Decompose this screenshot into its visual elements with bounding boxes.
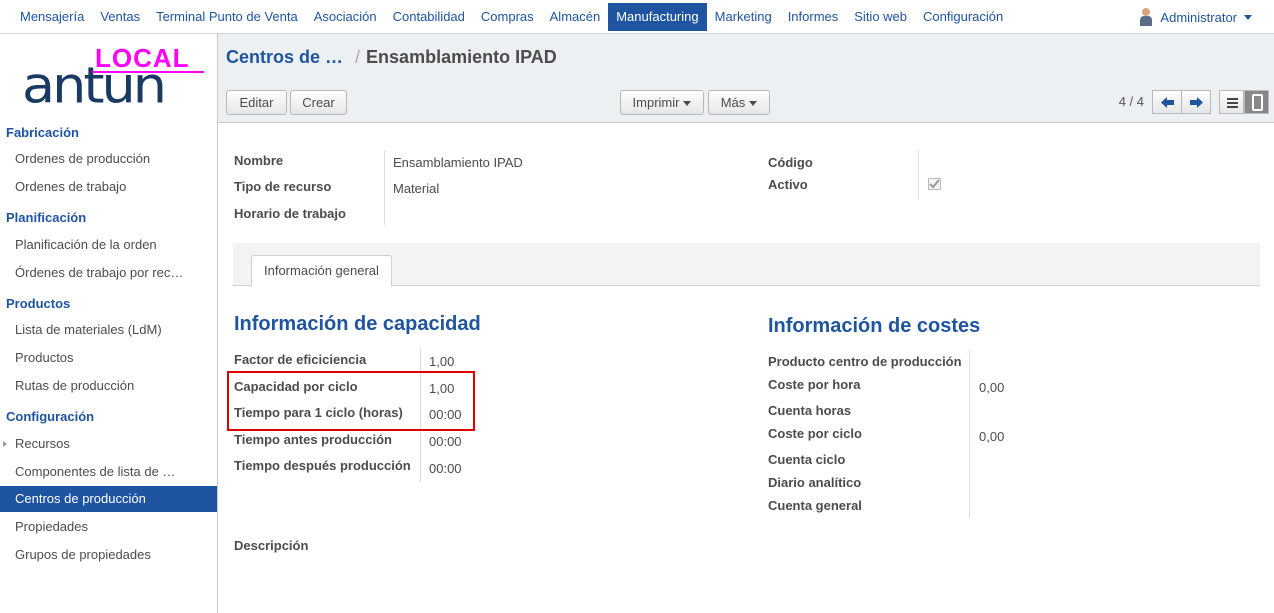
more-dropdown-button[interactable]: Más	[708, 90, 770, 115]
field-label-tipo-recurso: Tipo de recurso	[234, 179, 332, 194]
field-label-coste-ciclo: Coste por ciclo	[768, 426, 862, 441]
sidebar-section-configuracion: Configuración	[6, 409, 95, 424]
field-label-codigo: Código	[768, 155, 813, 170]
sidebar-item-rutas-produccion[interactable]: Rutas de producción	[0, 373, 217, 399]
menu-mensajeria[interactable]: Mensajería	[12, 3, 92, 31]
menu-sitio-web[interactable]: Sitio web	[846, 3, 915, 31]
sidebar-item-lista-materiales[interactable]: Lista de materiales (LdM)	[0, 317, 217, 343]
field-label-tiempo-despues: Tiempo después producción	[234, 458, 411, 473]
control-panel: Centros de … / Ensamblamiento IPAD Editar …	[218, 34, 1274, 123]
menu-manufacturing[interactable]: Manufacturing	[608, 3, 707, 31]
sidebar-item-centros-produccion[interactable]: Centros de producción	[0, 486, 217, 512]
chevron-down-icon	[683, 101, 692, 107]
field-label-coste-hora: Coste por hora	[768, 377, 861, 392]
form-sheet: Nombre Tipo de recurso Horario de trabaj…	[218, 123, 1274, 613]
arrow-left-icon	[1161, 97, 1174, 108]
sidebar-section-fabricacion: Fabricación	[6, 125, 79, 140]
costs-section-title: Información de costes	[768, 315, 981, 337]
logo-badge-line	[92, 71, 204, 73]
field-label-horario-trabajo: Horario de trabajo	[234, 206, 346, 221]
field-label-nombre: Nombre	[234, 153, 284, 168]
breadcrumb: Centros de … / Ensamblamiento IPAD	[226, 47, 557, 68]
field-label-cuenta-horas: Cuenta horas	[768, 403, 852, 418]
breadcrumb-separator: /	[355, 47, 361, 67]
active-checkbox[interactable]	[928, 178, 941, 190]
form-view-button[interactable]	[1244, 90, 1269, 114]
field-divider	[918, 150, 919, 200]
create-button[interactable]: Crear	[290, 90, 347, 115]
field-label-activo: Activo	[768, 177, 808, 192]
pager-counter[interactable]: 4 / 4	[1119, 94, 1144, 109]
sidebar-item-ordenes-trabajo[interactable]: Ordenes de trabajo	[0, 174, 217, 200]
menu-contabilidad[interactable]: Contabilidad	[385, 3, 473, 31]
form-icon	[1252, 94, 1263, 111]
sidebar-item-planificacion-orden[interactable]: Planificación de la orden	[0, 232, 217, 258]
field-divider	[969, 350, 970, 518]
menu-almacen[interactable]: Almacén	[542, 3, 609, 31]
user-avatar-icon	[1139, 8, 1153, 26]
field-label-cuenta-ciclo: Cuenta ciclo	[768, 452, 846, 467]
field-value-tiempo-despues[interactable]: 00:00	[429, 461, 462, 476]
print-label: Imprimir	[632, 95, 680, 110]
company-logo: antun LOCAL	[22, 43, 207, 116]
sidebar-item-componentes-lista[interactable]: Componentes de lista de …	[0, 459, 217, 485]
highlight-box	[227, 371, 475, 431]
logo-local-badge: LOCAL	[95, 43, 190, 73]
field-divider	[384, 150, 385, 225]
capacity-section-title: Información de capacidad	[234, 313, 481, 335]
field-label-cuenta-general: Cuenta general	[768, 498, 862, 513]
sidebar-section-productos: Productos	[6, 296, 71, 311]
print-dropdown-button[interactable]: Imprimir	[620, 90, 704, 115]
sidebar-section-planificacion: Planificación	[6, 210, 87, 225]
sidebar-item-ordenes-produccion[interactable]: Ordenes de producción	[0, 146, 217, 172]
field-value-coste-ciclo[interactable]: 0,00	[979, 429, 1004, 444]
sidebar-item-productos[interactable]: Productos	[0, 345, 217, 371]
expand-arrow-icon[interactable]	[3, 441, 7, 447]
menu-terminal-pos[interactable]: Terminal Punto de Venta	[148, 3, 306, 31]
tab-informacion-general[interactable]: Información general	[251, 255, 392, 287]
user-menu[interactable]: Administrator	[1139, 3, 1252, 31]
sidebar-item-label: Recursos	[15, 436, 70, 451]
menu-marketing[interactable]: Marketing	[707, 3, 780, 31]
field-label-factor-eficiencia: Factor de eficiciencia	[234, 352, 367, 367]
chevron-down-icon	[1244, 14, 1252, 20]
breadcrumb-parent-link[interactable]: Centros de …	[226, 47, 343, 67]
field-label-diario-analitico: Diario analítico	[768, 475, 862, 490]
previous-record-button[interactable]	[1152, 90, 1182, 114]
breadcrumb-current: Ensamblamiento IPAD	[366, 47, 557, 67]
menu-configuracion[interactable]: Configuración	[915, 3, 1011, 31]
field-value-tiempo-antes[interactable]: 00:00	[429, 434, 462, 449]
more-label: Más	[720, 95, 746, 110]
field-value-factor-eficiencia[interactable]: 1,00	[429, 354, 454, 369]
arrow-right-icon	[1190, 97, 1203, 108]
field-label-descripcion: Descripción	[234, 538, 309, 553]
notebook-tabs: Información general	[233, 243, 1260, 287]
menu-asociacion[interactable]: Asociación	[306, 3, 385, 31]
sidebar-item-propiedades[interactable]: Propiedades	[0, 514, 217, 540]
field-label-tiempo-antes: Tiempo antes producción	[234, 432, 392, 447]
menu-informes[interactable]: Informes	[780, 3, 847, 31]
edit-button[interactable]: Editar	[226, 90, 287, 115]
field-value-nombre[interactable]: Ensamblamiento IPAD	[393, 155, 523, 170]
next-record-button[interactable]	[1181, 90, 1211, 114]
menu-ventas[interactable]: Ventas	[92, 3, 148, 31]
field-value-coste-hora[interactable]: 0,00	[979, 380, 1004, 395]
menu-compras[interactable]: Compras	[473, 3, 542, 31]
chevron-down-icon	[749, 101, 758, 107]
sidebar-item-recursos[interactable]: Recursos	[0, 431, 217, 457]
list-icon	[1227, 98, 1238, 108]
field-label-producto-centro: Producto centro de producción	[768, 354, 962, 369]
field-value-tipo-recurso[interactable]: Material	[393, 181, 439, 196]
sidebar: antun LOCAL Fabricación Ordenes de produ…	[0, 34, 218, 613]
sidebar-item-ordenes-trabajo-recurso[interactable]: Órdenes de trabajo por rec…	[0, 260, 217, 286]
list-view-button[interactable]	[1219, 90, 1244, 114]
sidebar-item-grupos-propiedades[interactable]: Grupos de propiedades	[0, 542, 217, 568]
top-menu-bar: Mensajería Ventas Terminal Punto de Vent…	[0, 0, 1274, 34]
user-name: Administrator	[1160, 9, 1237, 25]
top-menu: Mensajería Ventas Terminal Punto de Vent…	[12, 3, 1011, 31]
checkmark-icon	[929, 179, 940, 189]
